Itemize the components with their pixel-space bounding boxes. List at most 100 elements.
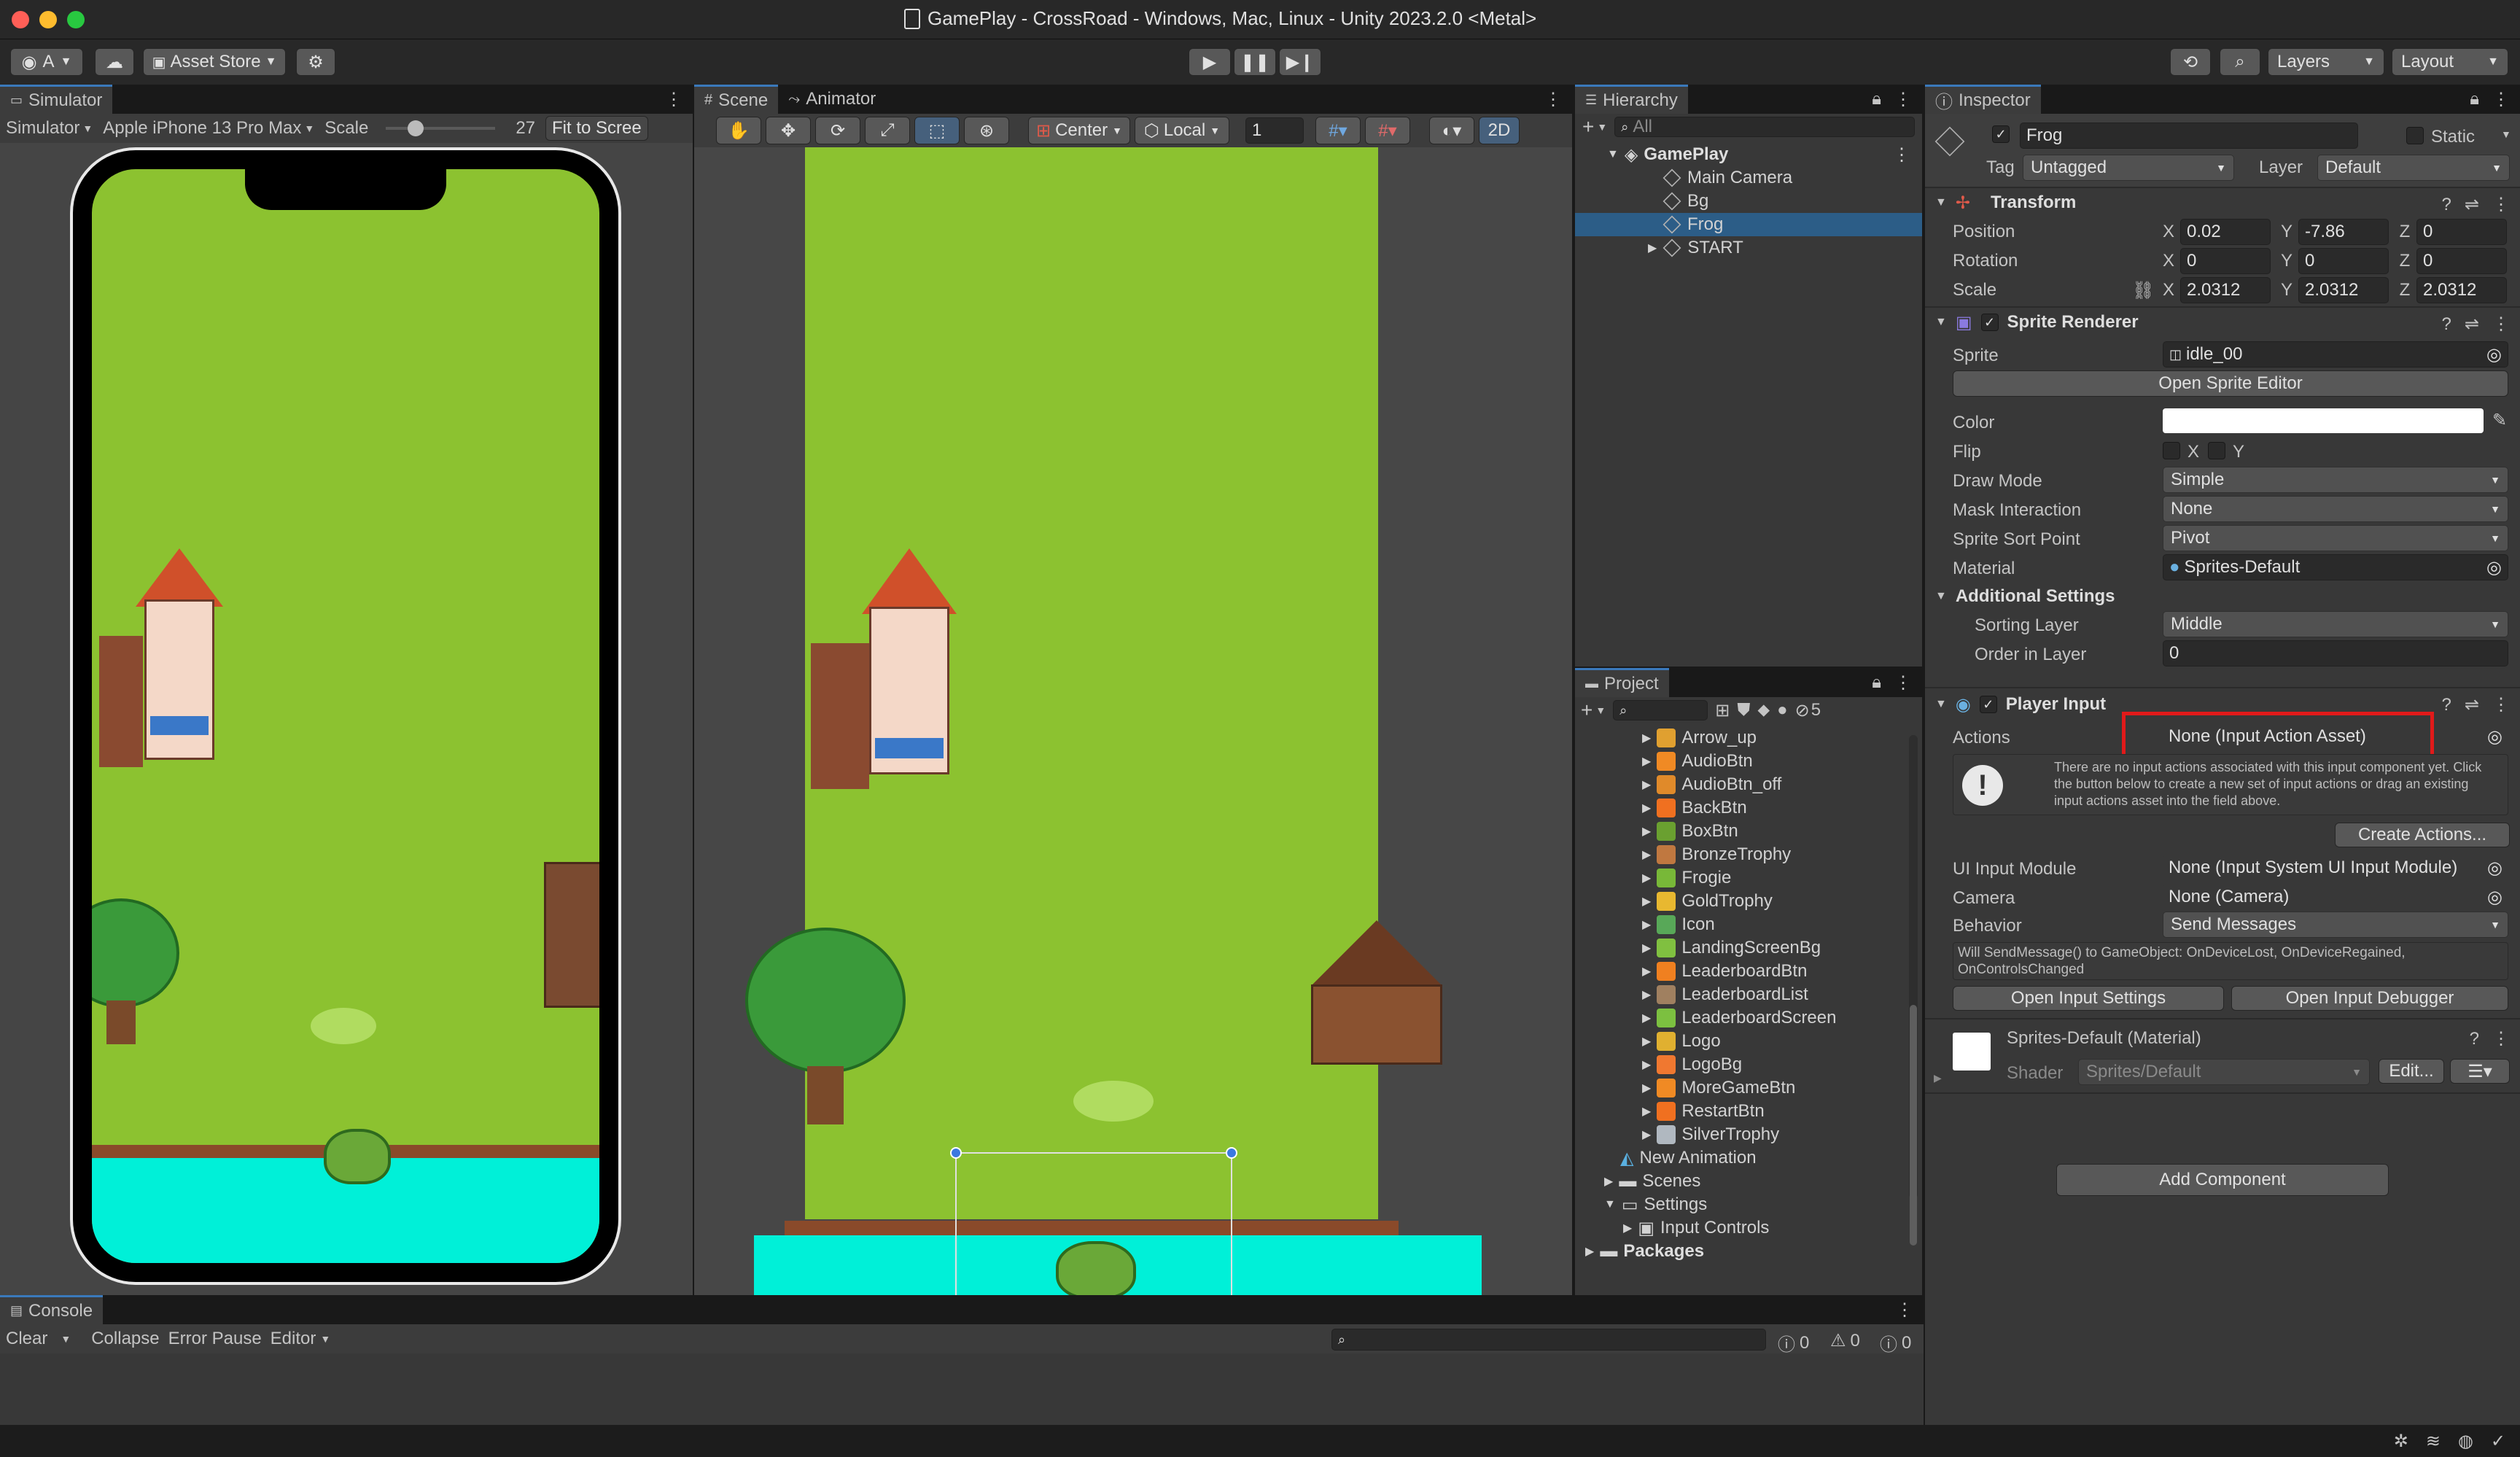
draw-mode-dropdown[interactable]: Simple ▼ — [2163, 467, 2508, 493]
expand-arrow-icon[interactable]: ▼ — [1604, 1198, 1616, 1211]
create-actions-button[interactable]: Create Actions... — [2335, 823, 2510, 847]
scale-z-field[interactable]: 2.0312 — [2416, 277, 2507, 303]
material-field[interactable]: ● Sprites-Default ◎ — [2163, 554, 2508, 580]
project-scrollbar[interactable] — [1909, 735, 1918, 1246]
project-asset-item[interactable]: ▶ LandingScreenBg — [1575, 936, 1922, 960]
create-asset-dropdown[interactable]: + ▼ — [1581, 699, 1606, 722]
constrain-proportions-icon[interactable]: ⛓ — [2132, 280, 2154, 301]
expand-arrow-icon[interactable]: ▶ — [1642, 894, 1651, 909]
expand-arrow-icon[interactable]: ▶ — [1623, 1221, 1632, 1235]
clear-dropdown[interactable]: Clear ▼ — [6, 1329, 71, 1349]
folder-new-animation[interactable]: ◭ New Animation — [1575, 1146, 1922, 1170]
history-button[interactable]: ⟲ — [2170, 48, 2211, 76]
package-button[interactable]: ⚙ — [296, 48, 335, 76]
move-tool-button[interactable]: ✥ — [766, 117, 811, 144]
sprite-sort-point-dropdown[interactable]: Pivot ▼ — [2163, 525, 2508, 551]
debug-icon[interactable]: ✲ — [2394, 1431, 2408, 1452]
expand-arrow-icon[interactable]: ▶ — [1934, 1072, 1942, 1084]
axis-label-y[interactable]: Y — [2276, 222, 2297, 242]
tag-dropdown[interactable]: Untagged ▼ — [2023, 155, 2234, 181]
tag-icon[interactable]: ⬥ — [1757, 700, 1770, 720]
expand-arrow-icon[interactable]: ▶ — [1642, 871, 1651, 885]
expand-arrow-icon[interactable]: ▶ — [1642, 847, 1651, 862]
2d-toggle-button[interactable]: 2D — [1479, 117, 1520, 144]
preset-icon[interactable]: ⇌ — [2465, 194, 2479, 215]
space-dropdown[interactable]: ⬡ Local ▼ — [1135, 117, 1229, 144]
object-picker-icon[interactable]: ◎ — [2486, 344, 2502, 365]
eyedropper-icon[interactable]: ✎ — [2492, 410, 2507, 431]
scene-viewport[interactable] — [694, 147, 1572, 1295]
expand-arrow-icon[interactable]: ▶ — [1642, 987, 1651, 1002]
lock-icon[interactable]: 🔒︎ — [1872, 672, 1881, 693]
more-menu-icon[interactable]: ⋮ — [2492, 89, 2510, 110]
tab-scene[interactable]: # Scene — [694, 85, 779, 114]
help-icon[interactable]: ? — [2442, 195, 2451, 215]
project-scrollbar-thumb[interactable] — [1910, 1005, 1917, 1246]
close-window-button[interactable] — [12, 10, 29, 28]
order-in-layer-field[interactable]: 0 — [2163, 640, 2508, 667]
chevron-down-icon[interactable]: ▼ — [2501, 128, 2511, 140]
object-picker-icon[interactable]: ◎ — [2486, 557, 2502, 578]
maximize-window-button[interactable] — [67, 10, 85, 28]
project-asset-item[interactable]: ▶ AudioBtn — [1575, 750, 1922, 773]
axis-label-x[interactable]: X — [2158, 251, 2179, 271]
axis-label-x[interactable]: X — [2158, 280, 2179, 300]
axis-label-z[interactable]: Z — [2395, 251, 2415, 271]
mask-interaction-dropdown[interactable]: None ▼ — [2163, 496, 2508, 522]
more-menu-icon[interactable]: ⋮ — [2492, 1028, 2510, 1049]
static-checkbox[interactable] — [2406, 127, 2424, 144]
camera-field[interactable]: None (Camera) ◎ — [2163, 884, 2508, 910]
expand-arrow-icon[interactable]: ▶ — [1604, 1174, 1613, 1189]
sprite-field[interactable]: ◫ idle_00 ◎ — [2163, 341, 2508, 368]
flip-x-checkbox[interactable] — [2163, 442, 2180, 459]
hierarchy-item-frog[interactable]: Frog — [1575, 213, 1922, 236]
more-menu-icon[interactable]: ⋮ — [2492, 194, 2510, 215]
axis-label-y[interactable]: Y — [2276, 251, 2297, 271]
axis-label-z[interactable]: Z — [2395, 280, 2415, 300]
rotation-z-field[interactable]: 0 — [2416, 248, 2507, 274]
play-button[interactable]: ▶ — [1189, 48, 1231, 76]
project-asset-item[interactable]: ▶ RestartBtn — [1575, 1100, 1922, 1123]
expand-arrow-icon[interactable]: ▶ — [1642, 1081, 1651, 1095]
expand-arrow-icon[interactable]: ▶ — [1585, 1244, 1594, 1259]
progress-done-icon[interactable]: ✓ — [2491, 1431, 2505, 1452]
more-menu-icon[interactable]: ⋮ — [2492, 314, 2510, 335]
device-screen[interactable] — [92, 169, 599, 1263]
tab-project[interactable]: ▬ Project — [1575, 668, 1669, 697]
tab-hierarchy[interactable]: ☰ Hierarchy — [1575, 85, 1688, 114]
project-asset-item[interactable]: ▶ Arrow_up — [1575, 726, 1922, 750]
create-dropdown[interactable]: + ▼ — [1582, 115, 1607, 139]
account-dropdown[interactable]: ◉ A ▼ — [10, 48, 83, 76]
project-asset-item[interactable]: ▶ Icon — [1575, 913, 1922, 936]
layers-dropdown[interactable]: Layers ▼ — [2268, 48, 2384, 76]
step-button[interactable]: ▶❙ — [1279, 48, 1321, 76]
open-input-debugger-button[interactable]: Open Input Debugger — [2231, 986, 2508, 1011]
expand-arrow-icon[interactable]: ▶ — [1642, 1011, 1651, 1025]
error-pause-toggle[interactable]: Error Pause — [168, 1329, 262, 1349]
expand-arrow-icon[interactable]: ▶ — [1642, 731, 1651, 745]
project-asset-item[interactable]: ▶ GoldTrophy — [1575, 890, 1922, 913]
player-input-enabled-checkbox[interactable]: ✓ — [1979, 696, 1997, 713]
position-x-field[interactable]: 0.02 — [2180, 219, 2271, 245]
object-name-field[interactable]: Frog — [2020, 123, 2358, 149]
hidden-packages-toggle[interactable]: ⊘ 5 — [1795, 700, 1821, 721]
search-by-type-icon[interactable]: ⊞ — [1715, 700, 1730, 721]
more-menu-icon[interactable]: ⋮ — [1544, 89, 1562, 110]
expand-arrow-icon[interactable]: ▶ — [1642, 754, 1651, 769]
project-asset-item[interactable]: ▶ Frogie — [1575, 866, 1922, 890]
object-picker-icon[interactable]: ◎ — [2487, 858, 2502, 879]
project-asset-item[interactable]: ▶ MoreGameBtn — [1575, 1076, 1922, 1100]
project-asset-item[interactable]: ▶ LogoBg — [1575, 1053, 1922, 1076]
shader-menu-button[interactable]: ☰▾ — [2450, 1059, 2510, 1084]
expand-arrow-icon[interactable]: ▶ — [1642, 964, 1651, 979]
scene-frog-sprite[interactable] — [1056, 1241, 1136, 1295]
folder-packages[interactable]: ▶ ▬ Packages — [1575, 1240, 1922, 1263]
lock-icon[interactable]: 🔒︎ — [2470, 89, 2479, 109]
hierarchy-item-start[interactable]: ▶ START — [1575, 236, 1922, 260]
pause-button[interactable]: ❚❚ — [1234, 48, 1276, 76]
add-component-button[interactable]: Add Component — [2056, 1164, 2389, 1196]
collapse-toggle[interactable]: Collapse — [91, 1329, 159, 1349]
hierarchy-search-input[interactable]: ⌕ All — [1614, 117, 1915, 137]
preset-icon[interactable]: ⇌ — [2465, 694, 2479, 715]
position-y-field[interactable]: -7.86 — [2298, 219, 2389, 245]
